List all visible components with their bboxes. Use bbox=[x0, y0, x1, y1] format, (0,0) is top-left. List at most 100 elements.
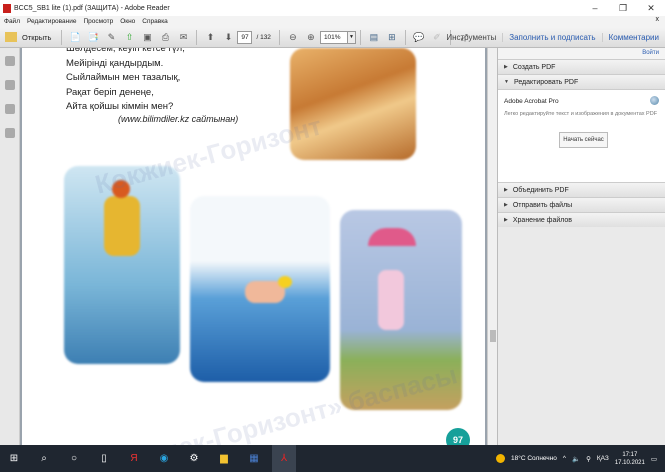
poem-line: Шөлдесем, кеуіп кетсе гүл, bbox=[66, 48, 185, 54]
save-icon[interactable]: ▣ bbox=[140, 30, 154, 44]
swimmer-illustration bbox=[190, 196, 330, 382]
expand-arrow-icon: ▶ bbox=[504, 217, 508, 223]
scrollbar-thumb[interactable] bbox=[490, 330, 496, 342]
upload-icon[interactable]: ⇧ bbox=[122, 30, 136, 44]
weather-text[interactable]: 18°C Солнечно bbox=[511, 455, 557, 462]
network-icon[interactable]: ⚲ bbox=[586, 455, 591, 463]
login-link[interactable]: Войти bbox=[498, 48, 665, 59]
expand-arrow-icon: ▶ bbox=[504, 187, 508, 193]
create-pdf-section[interactable]: ▶ Создать PDF bbox=[498, 59, 665, 74]
email-icon[interactable]: ✉ bbox=[176, 30, 190, 44]
pages-icon[interactable] bbox=[4, 80, 15, 90]
section-label: Хранение файлов bbox=[512, 216, 573, 224]
edit-pdf-section[interactable]: ▼ Редактировать PDF bbox=[498, 74, 665, 89]
clock[interactable]: 17:17 17.10.2021 bbox=[615, 451, 645, 467]
tray-chevron-icon[interactable]: ^ bbox=[563, 455, 566, 462]
minimize-button[interactable]: – bbox=[581, 0, 609, 16]
menu-edit[interactable]: Редактирование bbox=[27, 18, 77, 25]
close-document-button[interactable]: x bbox=[656, 16, 660, 23]
menu-file[interactable]: Файл bbox=[4, 18, 20, 25]
lock-icon[interactable] bbox=[4, 56, 15, 66]
product-name: Adobe Acrobat Pro bbox=[504, 98, 559, 105]
acrobat-promo: Adobe Acrobat Pro Легко редактируйте тек… bbox=[498, 89, 665, 182]
weather-sun-icon[interactable] bbox=[496, 454, 506, 463]
adobe-reader-taskbar-icon[interactable]: ⅄ bbox=[272, 445, 296, 472]
window-title: BCC5_SB1 lite (1).pdf (ЗАЩИТА) - Adobe R… bbox=[14, 4, 170, 12]
volume-icon[interactable]: 🔈 bbox=[572, 455, 580, 463]
yandex-browser-icon[interactable]: Я bbox=[122, 445, 146, 472]
comment-icon[interactable]: 💬 bbox=[412, 30, 426, 44]
collapse-arrow-icon: ▼ bbox=[504, 79, 509, 85]
navigation-rail bbox=[0, 48, 20, 445]
send-files-section[interactable]: ▶ Отправить файлы bbox=[498, 197, 665, 212]
section-label: Редактировать PDF bbox=[513, 78, 579, 86]
close-button[interactable]: ✕ bbox=[637, 0, 665, 16]
word-icon[interactable]: ▦ bbox=[242, 445, 266, 472]
vertical-scrollbar[interactable] bbox=[487, 48, 497, 445]
menu-window[interactable]: Окно bbox=[120, 18, 135, 25]
fill-sign-tab[interactable]: Заполнить и подписать bbox=[502, 32, 601, 42]
acrobat-icon bbox=[650, 96, 659, 105]
expand-arrow-icon: ▶ bbox=[504, 64, 508, 70]
section-label: Объединить PDF bbox=[512, 186, 569, 194]
section-label: Создать PDF bbox=[512, 63, 556, 71]
file-explorer-icon[interactable]: ▆ bbox=[212, 445, 236, 472]
expand-arrow-icon: ▶ bbox=[504, 202, 508, 208]
notifications-icon[interactable]: ▭ bbox=[651, 455, 657, 463]
fit-width-icon[interactable]: ⊞ bbox=[385, 30, 399, 44]
taskbar: ⊞ ⌕ ○ ▯ Я ◉ ⚙ ▆ ▦ ⅄ 18°C Солнечно ^ 🔈 ⚲ … bbox=[0, 445, 665, 472]
poem-line: Мейірінді қандырдым. bbox=[66, 57, 164, 69]
signature-icon[interactable] bbox=[4, 128, 15, 138]
zoom-out-button[interactable]: ⊖ bbox=[286, 30, 300, 44]
next-page-button[interactable]: ⬇ bbox=[221, 30, 235, 44]
zoom-dropdown-icon[interactable]: ▼ bbox=[347, 30, 356, 44]
poem-line: Сыйлаймын мен тазалық, bbox=[66, 72, 181, 83]
print-icon[interactable]: ⎙ bbox=[158, 30, 172, 44]
tools-panel: Войти ▶ Создать PDF ▼ Редактировать PDF Ad… bbox=[497, 48, 665, 445]
page-number-input[interactable]: 97 bbox=[237, 30, 253, 44]
folder-icon[interactable] bbox=[5, 32, 17, 42]
fit-page-icon[interactable]: ▤ bbox=[367, 30, 381, 44]
start-now-button[interactable]: Начать сейчас bbox=[559, 132, 608, 148]
search-icon[interactable]: ⌕ bbox=[32, 445, 56, 472]
ice-fishing-illustration bbox=[64, 166, 180, 364]
comments-tab[interactable]: Комментарии bbox=[601, 32, 665, 42]
date: 17.10.2021 bbox=[614, 459, 645, 466]
adobe-reader-icon bbox=[3, 3, 11, 13]
previous-page-button[interactable]: ⬆ bbox=[203, 30, 217, 44]
source-citation: (www.bilimdiler.kz сайтынан) bbox=[118, 114, 239, 124]
edge-icon[interactable]: ◉ bbox=[152, 445, 176, 472]
combine-pdf-section[interactable]: ▶ Объединить PDF bbox=[498, 182, 665, 197]
poem-line: Рақат беріп денеңе, bbox=[66, 86, 154, 98]
section-label: Отправить файлы bbox=[512, 201, 573, 209]
poem-line: Айта қойшы кіммін мен? bbox=[66, 101, 174, 112]
system-tray: 18°C Солнечно ^ 🔈 ⚲ ҚАЗ 17:17 17.10.2021 … bbox=[496, 445, 665, 472]
page-number-badge: 97 bbox=[446, 428, 470, 445]
attachment-icon[interactable] bbox=[4, 104, 15, 114]
open-button[interactable]: Открыть bbox=[22, 33, 51, 42]
cortana-icon[interactable]: ○ bbox=[62, 445, 86, 472]
language-indicator[interactable]: ҚАЗ bbox=[597, 455, 609, 462]
start-windows-icon[interactable]: ⊞ bbox=[2, 445, 26, 472]
settings-gear-icon[interactable]: ⚙ bbox=[182, 445, 206, 472]
menu-help[interactable]: Справка bbox=[142, 18, 168, 25]
tools-tab[interactable]: Инструменты bbox=[440, 33, 502, 42]
edit-icon[interactable]: ✎ bbox=[104, 30, 118, 44]
document-view[interactable]: Шөлдесем, кеуіп кетсе гүл, Мейірінді қан… bbox=[20, 48, 487, 445]
page-total: / 132 bbox=[256, 33, 271, 41]
maximize-button[interactable]: ❐ bbox=[609, 0, 637, 16]
pdf-convert-icon[interactable]: 📑 bbox=[86, 30, 100, 44]
store-files-section[interactable]: ▶ Хранение файлов bbox=[498, 212, 665, 227]
zoom-in-button[interactable]: ⊕ bbox=[304, 30, 318, 44]
create-pdf-icon[interactable]: 📄 bbox=[68, 30, 82, 44]
poem: Шөлдесем, кеуіп кетсе гүл, Мейірінді қан… bbox=[66, 48, 185, 115]
zoom-input[interactable]: 101% bbox=[319, 30, 348, 44]
toolbar: Открыть 📄 📑 ✎ ⇧ ▣ ⎙ ✉ ⬆ ⬇ 97 / 132 ⊖ ⊕ 1… bbox=[0, 27, 665, 48]
menu-view[interactable]: Просмотр bbox=[84, 18, 114, 25]
menu-bar: Файл Редактирование Просмотр Окно Справк… bbox=[0, 16, 665, 27]
title-bar: BCC5_SB1 lite (1).pdf (ЗАЩИТА) - Adobe R… bbox=[0, 0, 665, 16]
time: 17:17 bbox=[622, 451, 638, 458]
task-view-icon[interactable]: ▯ bbox=[92, 445, 116, 472]
pdf-page: Шөлдесем, кеуіп кетсе гүл, Мейірінді қан… bbox=[22, 48, 485, 445]
promo-description: Легко редактируйте текст и изображения в… bbox=[504, 111, 658, 117]
